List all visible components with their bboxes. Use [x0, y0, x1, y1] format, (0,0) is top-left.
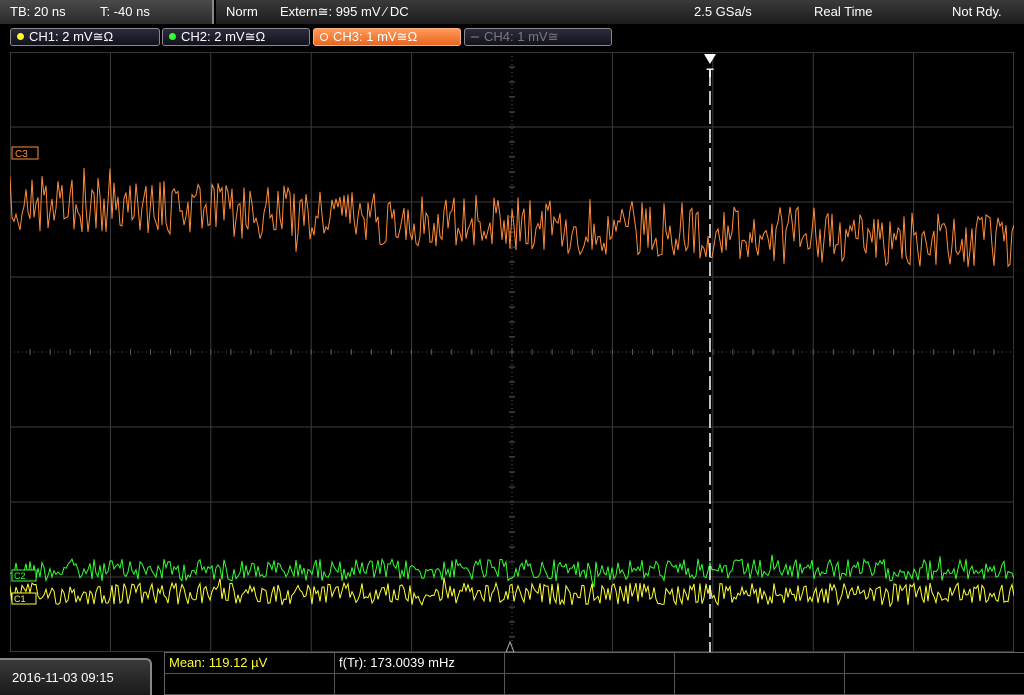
channel-1-button[interactable]: CH1: 2 mV≅Ω — [10, 28, 160, 46]
channel-2-button[interactable]: CH2: 2 mV≅Ω — [162, 28, 310, 46]
channel-3-dot-icon — [320, 32, 328, 41]
timebase-label: TB: 20 ns — [10, 4, 66, 19]
datetime-box: 2016-11-03 09:15 — [0, 658, 152, 695]
trigger-source-label: Extern≅: 995 mV ⁄ DC — [280, 4, 409, 19]
measurement-slot — [845, 674, 1024, 695]
measurement-slot — [505, 653, 675, 674]
measurement-panel[interactable]: Mean: 119.12 µV f(Tr): 173.0039 mHz — [164, 652, 1024, 695]
status-label: Not Rdy. — [952, 4, 1002, 19]
channel-bar: CH1: 2 mV≅Ω CH2: 2 mV≅Ω CH3: 1 mV≅Ω CH4:… — [0, 26, 1024, 48]
ch2-marker-label: C2 — [14, 571, 26, 581]
bottom-bar: 2016-11-03 09:15 Mean: 119.12 µV f(Tr): … — [0, 652, 1024, 695]
measurement-slot — [675, 674, 845, 695]
measurement-slot — [845, 653, 1024, 674]
channel-4-dash-icon — [471, 35, 479, 38]
ch3-offset-marker[interactable]: C3 — [11, 146, 39, 160]
frequency-measurement: f(Tr): 173.0039 mHz — [335, 653, 505, 674]
ch3-marker-label: C3 — [15, 149, 28, 160]
trigger-marker-label: T — [706, 66, 714, 80]
waveform-display[interactable]: T C3 C2 C1 — [10, 52, 1014, 652]
ch1-marker-label: C1 — [14, 594, 26, 604]
channel-2-label: CH2: 2 mV≅Ω — [181, 29, 266, 44]
mean-measurement: Mean: 119.12 µV — [165, 653, 335, 674]
acquisition-mode-label: Real Time — [814, 4, 873, 19]
ch2-offset-marker[interactable]: C2 — [11, 569, 37, 582]
trigger-offset-label: T: -40 ns — [100, 4, 150, 19]
top-status-bar: TB: 20 ns T: -40 ns Norm Extern≅: 995 mV… — [0, 0, 1024, 24]
channel-1-dot-icon — [17, 33, 24, 41]
channel-3-button[interactable]: CH3: 1 mV≅Ω — [313, 28, 461, 46]
trigger-mode-label: Norm — [226, 4, 258, 19]
datetime-label: 2016-11-03 09:15 — [12, 670, 114, 685]
channel-4-button[interactable]: CH4: 1 mV≅ — [464, 28, 612, 46]
channel-3-label: CH3: 1 mV≅Ω — [333, 29, 418, 44]
channel-1-label: CH1: 2 mV≅Ω — [29, 29, 114, 44]
channel-2-dot-icon — [169, 33, 176, 41]
measurement-slot — [675, 653, 845, 674]
trigger-info-box[interactable]: Norm Extern≅: 995 mV ⁄ DC 2.5 GSa/s Real… — [216, 0, 1024, 24]
sample-rate-label: 2.5 GSa/s — [694, 4, 752, 19]
measurement-slot — [505, 674, 675, 695]
timebase-box[interactable]: TB: 20 ns T: -40 ns — [0, 0, 214, 24]
measurement-slot — [335, 674, 505, 695]
channel-4-label: CH4: 1 mV≅ — [484, 29, 559, 44]
ch1-offset-marker[interactable]: C1 — [11, 592, 37, 605]
measurement-slot — [165, 674, 335, 695]
